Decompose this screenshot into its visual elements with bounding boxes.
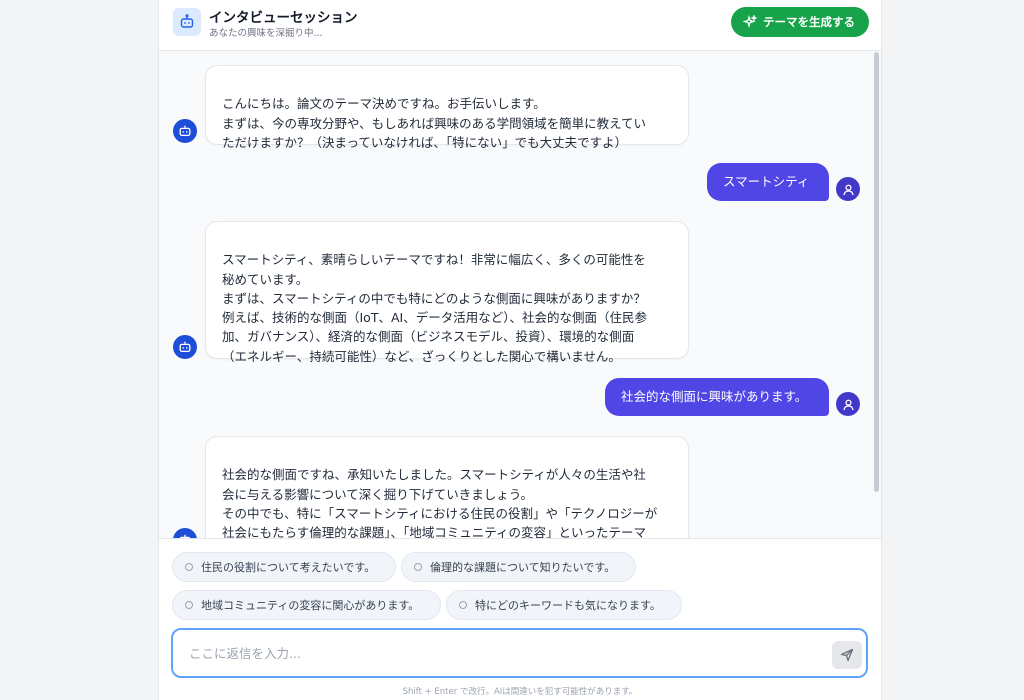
user-avatar [836, 177, 860, 201]
bot-avatar [173, 119, 197, 143]
user-message-text: 社会的な側面に興味があります。 [621, 389, 808, 404]
chat-panel: インタビューセッション あなたの興味を深掘り中... テーマを生成する こんにち… [158, 0, 882, 700]
user-avatar [836, 392, 860, 416]
chat-scrollbar[interactable] [874, 52, 879, 492]
input-hint: Shift + Enter で改行。AIは間違いを犯す可能性があります。 [402, 687, 638, 697]
circle-icon [185, 563, 193, 571]
suggestion-chip[interactable]: 地域コミュニティの変容に関心があります。 [172, 590, 441, 620]
suggestion-label: 地域コミュニティの変容に関心があります。 [201, 599, 420, 612]
user-message: スマートシティ [707, 163, 829, 201]
bot-message-text: 社会的な側面ですね、承知いたしました。スマートシティが人々の生活や社 会に与える… [222, 467, 658, 538]
send-icon [840, 648, 854, 662]
sparkles-icon [743, 15, 757, 29]
bot-message: スマートシティ、素晴らしいテーマですね！非常に幅広く、多くの可能性を 秘めていま… [205, 221, 689, 364]
generate-theme-button[interactable]: テーマを生成する [731, 7, 869, 37]
composer-area: 住民の役割について考えたいです。 倫理的な課題について知りたいです。 地域コミュ… [159, 538, 881, 700]
bot-message: こんにちは。論文のテーマ決めですね。お手伝いします。 まずは、今の専攻分野や、も… [205, 65, 689, 150]
session-title: インタビューセッション [209, 10, 358, 26]
suggestion-chip[interactable]: 住民の役割について考えたいです。 [172, 552, 396, 582]
reply-input[interactable] [187, 640, 831, 666]
suggestion-label: 住民の役割について考えたいです。 [201, 561, 376, 574]
send-button[interactable] [832, 641, 862, 669]
bot-message-text: スマートシティ、素晴らしいテーマですね！非常に幅広く、多くの可能性を 秘めていま… [222, 252, 647, 364]
generate-theme-label: テーマを生成する [763, 15, 855, 29]
suggestion-label: 特にどのキーワードも気になります。 [475, 599, 661, 612]
robot-icon [179, 125, 191, 137]
bot-message: 社会的な側面ですね、承知いたしました。スマートシティが人々の生活や社 会に与える… [205, 436, 689, 538]
bot-avatar [173, 335, 197, 359]
user-icon [842, 399, 854, 410]
user-icon [842, 184, 854, 195]
suggestion-chip[interactable]: 倫理的な課題について知りたいです。 [401, 552, 636, 582]
message-list[interactable]: こんにちは。論文のテーマ決めですね。お手伝いします。 まずは、今の専攻分野や、も… [159, 51, 881, 538]
user-message: 社会的な側面に興味があります。 [605, 378, 829, 416]
reply-input-box [171, 628, 868, 678]
suggestion-label: 倫理的な課題について知りたいです。 [430, 561, 616, 574]
circle-icon [459, 601, 467, 609]
user-message-text: スマートシティ [723, 174, 810, 189]
suggestion-chip[interactable]: 特にどのキーワードも気になります。 [446, 590, 682, 620]
chat-header: インタビューセッション あなたの興味を深掘り中... テーマを生成する [159, 0, 881, 51]
bot-message-text: こんにちは。論文のテーマ決めですね。お手伝いします。 まずは、今の専攻分野や、も… [222, 96, 647, 150]
circle-icon [414, 563, 422, 571]
robot-icon [173, 8, 201, 36]
circle-icon [185, 601, 193, 609]
bot-avatar [173, 528, 197, 538]
robot-icon [179, 341, 191, 353]
session-subtitle: あなたの興味を深掘り中... [209, 28, 323, 39]
